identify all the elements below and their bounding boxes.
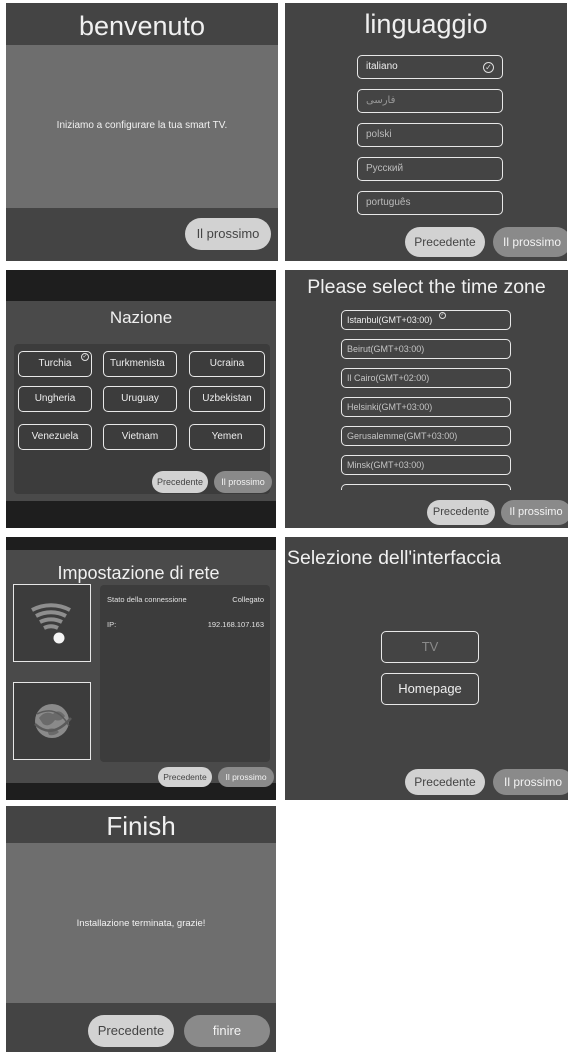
language-option-italiano[interactable]: italiano ✓ bbox=[357, 55, 503, 79]
country-option-ungheria[interactable]: Ungheria bbox=[18, 386, 92, 412]
country-option-vietnam[interactable]: Vietnam bbox=[103, 424, 177, 450]
country-option-label: Vietnam bbox=[121, 431, 159, 442]
timezone-prev-button[interactable]: Precedente bbox=[427, 500, 495, 525]
country-option-venezuela[interactable]: Venezuela bbox=[18, 424, 92, 450]
country-next-button[interactable]: Il prossimo bbox=[214, 471, 272, 493]
network-screen: Impostazione di rete Stato della conness… bbox=[6, 537, 276, 800]
language-option-russian[interactable]: Русский bbox=[357, 157, 503, 181]
check-icon: ✓ bbox=[483, 62, 494, 73]
timezone-option-partial[interactable] bbox=[341, 484, 511, 490]
finish-prev-button[interactable]: Precedente bbox=[88, 1015, 174, 1047]
language-option-label: italiano bbox=[366, 61, 398, 72]
language-prev-button[interactable]: Precedente bbox=[405, 227, 485, 257]
finish-button[interactable]: finire bbox=[184, 1015, 270, 1047]
interface-option-label: TV bbox=[421, 639, 439, 654]
timezone-title: Please select the time zone bbox=[307, 276, 546, 298]
finish-message: Installazione terminata, grazie! bbox=[76, 918, 206, 929]
interface-next-button[interactable]: Il prossimo bbox=[493, 769, 568, 795]
country-dialog: Nazione Turchia ✓ Turkmenista Ucraina Un… bbox=[6, 301, 276, 501]
network-title: Impostazione di rete bbox=[57, 563, 220, 583]
timezone-option-minsk[interactable]: Minsk(GMT+03:00) bbox=[341, 455, 511, 475]
ip-value: 192.168.107.163 bbox=[207, 620, 264, 629]
interface-prev-button[interactable]: Precedente bbox=[405, 769, 485, 795]
language-option-label: português bbox=[366, 197, 411, 208]
country-screen: Nazione Turchia ✓ Turkmenista Ucraina Un… bbox=[6, 270, 276, 528]
check-icon: ✓ bbox=[81, 353, 89, 361]
country-option-uruguay[interactable]: Uruguay bbox=[103, 386, 177, 412]
welcome-content: Iniziamo a configurare la tua smart TV. bbox=[6, 45, 278, 208]
country-option-uzbekistan[interactable]: Uzbekistan bbox=[189, 386, 265, 412]
network-dialog: Impostazione di rete Stato della conness… bbox=[6, 550, 276, 787]
check-icon: ✓ bbox=[439, 312, 446, 319]
timezone-option-beirut[interactable]: Beirut(GMT+03:00) bbox=[341, 339, 511, 359]
interface-title: Selezione dell'interfaccia bbox=[287, 547, 502, 569]
timezone-option-label: Minsk(GMT+03:00) bbox=[347, 460, 425, 470]
language-next-button[interactable]: Il prossimo bbox=[493, 227, 567, 257]
timezone-next-button[interactable]: Il prossimo bbox=[501, 500, 568, 525]
ip-label: IP: bbox=[107, 620, 117, 629]
timezone-option-label: Gerusalemme(GMT+03:00) bbox=[347, 431, 458, 441]
interface-option-label: Homepage bbox=[398, 681, 462, 696]
timezone-option-gerusalemme[interactable]: Gerusalemme(GMT+03:00) bbox=[341, 426, 511, 446]
timezone-screen: Please select the time zone Istanbul(GMT… bbox=[285, 270, 568, 528]
language-option-farsi[interactable]: فارسی bbox=[357, 89, 503, 113]
welcome-screen: benvenuto Iniziamo a configurare la tua … bbox=[6, 3, 278, 261]
finish-screen: Finish Installazione terminata, grazie! … bbox=[6, 806, 276, 1052]
country-option-turkmenistan[interactable]: Turkmenista bbox=[103, 351, 177, 377]
connection-status-label: Stato della connessione bbox=[107, 595, 187, 604]
language-option-label: polski bbox=[366, 129, 392, 140]
welcome-next-button[interactable]: Il prossimo bbox=[185, 218, 271, 250]
country-option-label: Ungheria bbox=[34, 393, 76, 404]
timezone-option-cairo[interactable]: Il Cairo(GMT+02:00) bbox=[341, 368, 511, 388]
country-option-label: Turkmenista bbox=[110, 358, 165, 369]
country-option-label: Uruguay bbox=[121, 393, 159, 404]
globe-icon bbox=[34, 704, 72, 738]
connection-status-value: Collegato bbox=[232, 595, 264, 604]
finish-title: Finish bbox=[106, 811, 176, 841]
country-option-yemen[interactable]: Yemen bbox=[189, 424, 265, 450]
country-option-label: Yemen bbox=[211, 431, 243, 442]
finish-content: Installazione terminata, grazie! bbox=[6, 843, 276, 1003]
wifi-icon bbox=[31, 603, 71, 644]
interface-option-tv[interactable]: TV bbox=[381, 631, 479, 663]
language-option-polski[interactable]: polski bbox=[357, 123, 503, 147]
country-option-label: Turchia bbox=[38, 358, 72, 369]
language-option-label: Русский bbox=[366, 163, 404, 174]
timezone-option-label: Istanbul(GMT+03:00) bbox=[347, 315, 433, 325]
interface-option-homepage[interactable]: Homepage bbox=[381, 673, 479, 705]
country-prev-button[interactable]: Precedente bbox=[152, 471, 208, 493]
timezone-option-label: Beirut(GMT+03:00) bbox=[347, 344, 425, 354]
country-title: Nazione bbox=[109, 308, 173, 327]
welcome-message: Iniziamo a configurare la tua smart TV. bbox=[56, 120, 228, 131]
language-option-portugues[interactable]: português bbox=[357, 191, 503, 215]
language-title: linguaggio bbox=[364, 9, 488, 39]
language-screen: linguaggio italiano ✓ فارسی polski Русск… bbox=[285, 3, 567, 261]
timezone-option-istanbul[interactable]: Istanbul(GMT+03:00) ✓ bbox=[341, 310, 511, 330]
network-globe-tile[interactable] bbox=[13, 682, 91, 760]
network-info-panel: Stato della connessione Collegato IP: 19… bbox=[100, 585, 270, 762]
timezone-option-label: Helsinki(GMT+03:00) bbox=[347, 402, 433, 412]
interface-screen: Selezione dell'interfaccia TV Homepage P… bbox=[285, 537, 568, 800]
country-option-label: Uzbekistan bbox=[202, 393, 252, 404]
network-next-button[interactable]: Il prossimo bbox=[218, 767, 274, 787]
country-option-turchia[interactable]: Turchia ✓ bbox=[18, 351, 92, 377]
timezone-option-label: Il Cairo(GMT+02:00) bbox=[347, 373, 430, 383]
language-option-label: فارسی bbox=[366, 95, 396, 106]
country-option-label: Venezuela bbox=[31, 431, 79, 442]
timezone-option-helsinki[interactable]: Helsinki(GMT+03:00) bbox=[341, 397, 511, 417]
network-prev-button[interactable]: Precedente bbox=[158, 767, 212, 787]
country-option-label: Ucraina bbox=[209, 358, 245, 369]
country-option-ucraina[interactable]: Ucraina bbox=[189, 351, 265, 377]
welcome-title: benvenuto bbox=[78, 11, 206, 41]
network-wifi-tile[interactable] bbox=[13, 584, 91, 662]
